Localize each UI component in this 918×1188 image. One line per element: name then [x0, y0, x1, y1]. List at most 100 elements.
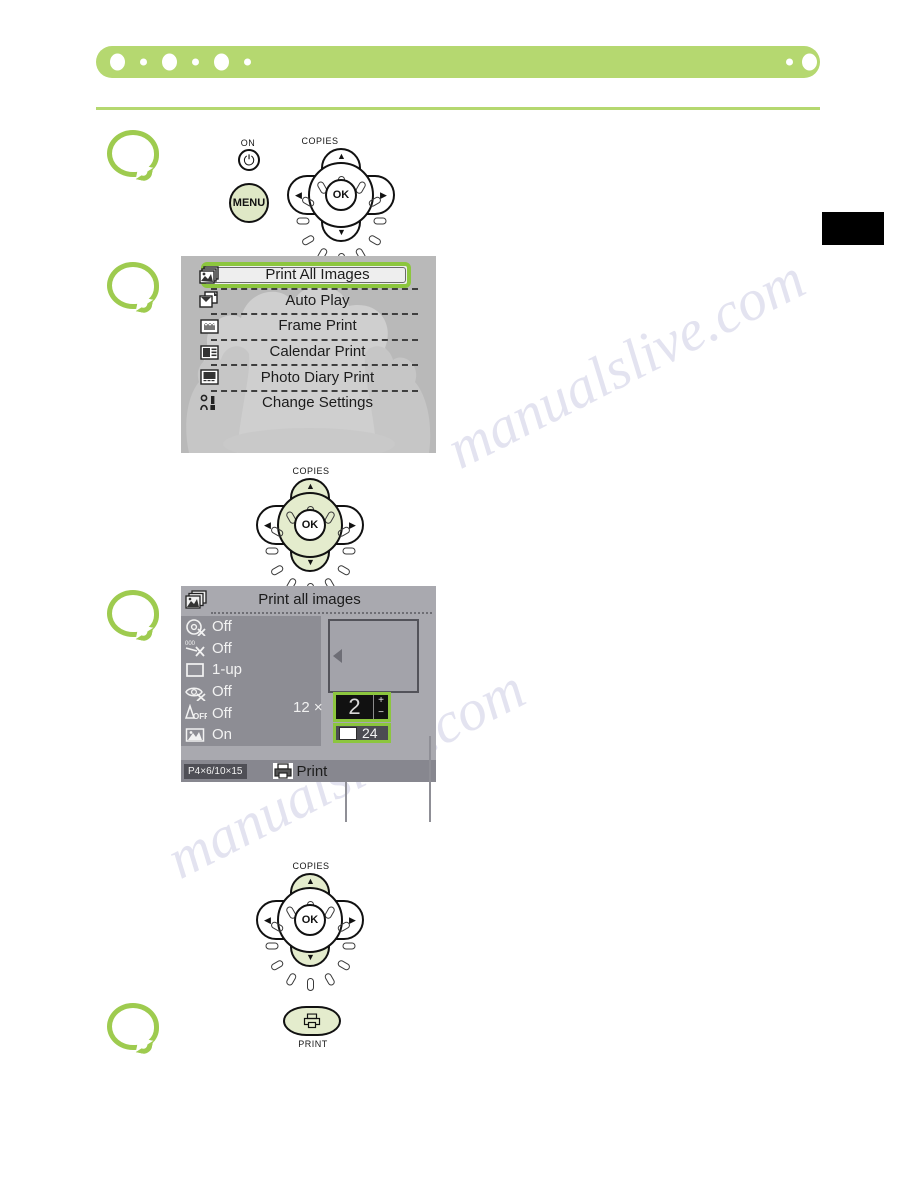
header-dot [140, 58, 147, 66]
dial-tick [265, 547, 278, 555]
printer-icon [303, 1013, 321, 1029]
chapter-tab [822, 212, 884, 245]
down-arrow-icon: ▼ [306, 952, 315, 962]
menu-item-print-all-images[interactable]: Print All Images [181, 262, 436, 288]
paper-size-badge: P4×6/10×15 [184, 763, 247, 779]
copies-minus-button[interactable]: − [378, 708, 384, 718]
copies-multiplier-label: 12 × [293, 699, 323, 716]
screen-title-bar: Print all images [181, 586, 436, 613]
ok-button[interactable]: OK [294, 509, 326, 541]
step-number [112, 267, 154, 304]
my-colors-icon [185, 726, 207, 744]
total-sheets: 24 [333, 723, 391, 743]
ok-button[interactable]: OK [294, 904, 326, 936]
dial-tick [296, 217, 309, 225]
setting-row-my-colors[interactable]: On [181, 724, 321, 746]
dial-tick [284, 971, 298, 987]
step-bubble-3 [107, 590, 159, 637]
step-number [112, 595, 154, 632]
change-settings-icon [197, 392, 221, 414]
navigation-dial[interactable]: ▲ + − ▼ ◀ ▶ OK [287, 148, 395, 266]
menu-item-change-settings[interactable]: Change Settings [181, 389, 436, 416]
dial-tick [342, 547, 355, 555]
menu-list: Print All Images Auto Play Frame Print C… [181, 262, 436, 416]
dial-tick [342, 942, 355, 950]
down-arrow-icon: ▼ [306, 557, 315, 567]
step-bubble-4 [107, 1003, 159, 1050]
setting-row-layout[interactable]: 1-up [181, 659, 321, 681]
total-value: 24 [362, 725, 378, 741]
menu-item-label: Photo Diary Print [260, 368, 375, 386]
copies-label: COPIES [301, 136, 339, 146]
left-arrow-icon: ◀ [264, 520, 271, 530]
setting-row-date-print[interactable]: 000 Off [181, 638, 321, 660]
header-dot [786, 58, 793, 66]
navigation-dial[interactable]: ▲ + − ▼ ◀ ▶ OK [256, 873, 364, 991]
navigation-dial-step3-wrapper: COPIES ▲ + − ▼ ◀ ▶ OK [256, 861, 366, 991]
copies-plus-button[interactable]: + [378, 696, 384, 706]
navigation-dial-step2-wrapper: COPIES ▲ + − ▼ ◀ ▶ OK [256, 466, 366, 596]
left-arrow-icon: ◀ [295, 190, 302, 200]
red-eye-correction-icon [185, 618, 207, 637]
dial-tick [322, 971, 336, 987]
power-button[interactable]: ⏻ [238, 149, 260, 171]
navigation-dial[interactable]: ▲ + − ▼ ◀ ▶ OK [256, 478, 364, 596]
image-optimize-icon [185, 683, 207, 702]
svg-text:000: 000 [185, 641, 196, 647]
step-number [112, 135, 154, 172]
date-print-icon: 000 [185, 639, 207, 657]
down-arrow-icon: ▼ [337, 227, 346, 237]
screen-bottom-bar: P4×6/10×15 Print [181, 760, 436, 782]
header-dot [890, 53, 905, 71]
header-dot [802, 53, 817, 71]
header-dot [110, 53, 125, 71]
step-bubble-2 [107, 262, 159, 309]
screen-title: Print all images [258, 591, 361, 608]
setting-value: On [212, 726, 233, 744]
preview-arrow-icon [333, 649, 342, 663]
dial-tick [373, 217, 386, 225]
callout-leader-line [345, 782, 347, 822]
copies-stepper[interactable]: 2 + − [333, 692, 391, 722]
image-preview [328, 619, 419, 693]
menu-item-auto-play[interactable]: Auto Play [181, 287, 436, 314]
menu-button[interactable]: MENU [229, 183, 269, 223]
print-action-button[interactable]: Print [272, 763, 327, 780]
title-divider [211, 612, 432, 614]
auto-play-icon [197, 289, 221, 311]
menu-item-label: Auto Play [285, 291, 350, 309]
ok-button[interactable]: OK [325, 179, 357, 211]
dial-tick [265, 942, 278, 950]
stacked-photos-icon [197, 264, 221, 286]
sheet-icon [339, 726, 357, 740]
header-dot [192, 58, 199, 66]
step-number [112, 1008, 154, 1045]
printer-icon [272, 763, 293, 779]
print-button[interactable] [283, 1006, 341, 1036]
dial-tick [306, 978, 314, 991]
copies-value: 2 [348, 694, 361, 719]
svg-text:OFF: OFF [193, 712, 207, 721]
header-dot [846, 53, 861, 71]
settings-panel: Off 000 Off 1-up Off OFF Off On [181, 616, 321, 746]
setting-value: 1-up [212, 661, 243, 679]
setting-value: Off [212, 639, 232, 657]
on-label: ON [240, 138, 256, 148]
menu-item-frame-print[interactable]: Frame Print [181, 313, 436, 339]
header-dot [214, 53, 229, 71]
photo-diary-icon [197, 366, 221, 388]
lcd-menu-screen: Print All Images Auto Play Frame Print C… [181, 256, 436, 453]
header-dot [874, 58, 881, 66]
print-button-label: PRINT [298, 1039, 328, 1049]
setting-value: Off [212, 704, 232, 722]
setting-row-red-eye[interactable]: Off [181, 616, 321, 638]
stacked-photos-icon [184, 589, 209, 611]
header-dot [830, 58, 837, 66]
menu-item-label: Frame Print [278, 317, 357, 335]
lcd-print-all-images-screen: Print all images Off 000 Off 1-up Off OF… [181, 586, 436, 782]
copies-plus-minus[interactable]: + − [373, 695, 388, 719]
menu-item-calendar-print[interactable]: Calendar Print [181, 338, 436, 365]
menu-item-photo-diary-print[interactable]: Photo Diary Print [181, 364, 436, 390]
power-icon: ⏻ [243, 152, 255, 168]
brightness-icon: OFF [184, 703, 209, 722]
